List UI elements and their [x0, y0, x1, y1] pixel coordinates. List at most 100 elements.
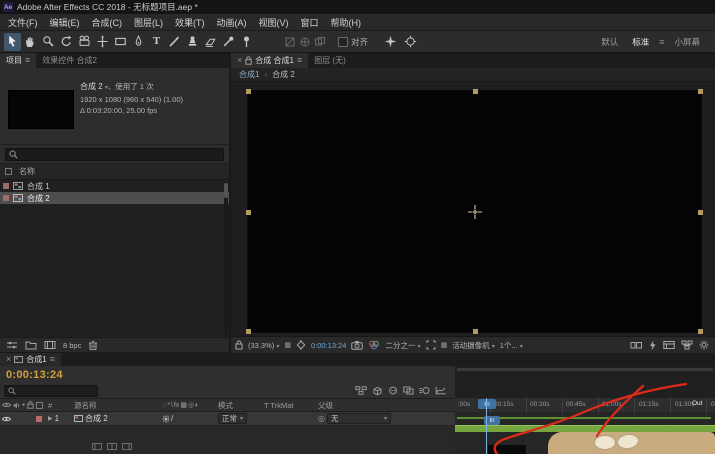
zoom-tool-button[interactable]: [40, 33, 57, 51]
workspace-small-screen[interactable]: 小屏幕: [668, 34, 706, 50]
view-layout-dropdown[interactable]: 1个... ▾: [500, 340, 523, 351]
snapshot-camera-icon[interactable]: [351, 340, 364, 350]
viewer-lock-icon[interactable]: [235, 340, 243, 350]
label-chip[interactable]: [36, 415, 42, 422]
time-navigator-bar[interactable]: [457, 368, 713, 371]
target-icon[interactable]: [404, 35, 417, 48]
number-column-header[interactable]: #: [46, 401, 72, 410]
scrollbar-thumb[interactable]: [224, 183, 228, 198]
menu-view[interactable]: 视图(V): [253, 14, 295, 30]
pan-behind-tool-button[interactable]: [94, 33, 111, 51]
tab-layer-viewer[interactable]: 图层 (无): [308, 53, 352, 68]
view-axis-icon[interactable]: [314, 36, 326, 48]
expand-in-out-icon[interactable]: [122, 443, 132, 450]
expand-transfer-controls-icon[interactable]: [107, 443, 117, 450]
label-chip[interactable]: [3, 195, 9, 201]
shy-layers-icon[interactable]: [388, 386, 398, 395]
time-navigator[interactable]: [455, 366, 715, 399]
parent-dropdown[interactable]: 无 ▾: [326, 413, 391, 424]
new-folder-icon[interactable]: [25, 340, 37, 350]
trash-icon[interactable]: [88, 340, 98, 350]
name-column-header[interactable]: 名称: [19, 166, 35, 177]
local-axis-icon[interactable]: [284, 36, 296, 48]
magnification-dropdown[interactable]: (33.3%) ▾: [248, 341, 279, 350]
comp-image-area[interactable]: [246, 89, 703, 334]
menu-layer[interactable]: 图层(L): [128, 14, 169, 30]
pickwhip-icon[interactable]: ◎: [318, 414, 325, 423]
workspace-menu-icon[interactable]: ≡: [657, 37, 666, 47]
breadcrumb-child-comp[interactable]: 合成 2: [272, 69, 295, 80]
trkmat-column-header[interactable]: T TrkMat: [262, 401, 316, 410]
breadcrumb-parent-comp[interactable]: 合成1: [239, 69, 259, 80]
video-eye-icon[interactable]: [2, 416, 11, 422]
menu-file[interactable]: 文件(F): [2, 14, 44, 30]
panel-menu-icon[interactable]: ≡: [50, 355, 55, 364]
roto-brush-tool-button[interactable]: [220, 33, 237, 51]
mode-column-header[interactable]: 模式: [216, 400, 262, 411]
selection-handle[interactable]: [246, 209, 251, 215]
collapse-transformations-icon[interactable]: [162, 415, 170, 423]
selection-handle[interactable]: [472, 89, 478, 94]
interpret-footage-icon[interactable]: [6, 340, 18, 350]
tab-composition[interactable]: × 合成 合成1 ≡: [231, 53, 309, 68]
workspace-standard[interactable]: 标准: [626, 34, 655, 50]
rotation-tool-button[interactable]: [58, 33, 75, 51]
comp-current-time[interactable]: 0:00:13:24: [311, 341, 346, 350]
source-name-column-header[interactable]: 源名称: [72, 400, 160, 411]
graph-editor-icon[interactable]: [435, 386, 446, 395]
selection-handle[interactable]: [698, 89, 703, 94]
layer-switches-cell[interactable]: /: [160, 414, 216, 423]
panel-menu-icon[interactable]: ≡: [25, 56, 30, 65]
exposure-icon[interactable]: [699, 340, 709, 350]
puppet-pin-tool-button[interactable]: [238, 33, 255, 51]
label-column-icon[interactable]: [5, 168, 12, 175]
frame-blending-icon[interactable]: [403, 386, 414, 395]
close-icon[interactable]: ×: [237, 56, 242, 65]
layer-duration-bar[interactable]: [455, 425, 715, 432]
mini-flowchart-icon[interactable]: [355, 386, 367, 395]
tab-project[interactable]: 项目 ≡: [0, 53, 37, 68]
project-item-comp2[interactable]: 合成 2: [0, 192, 229, 204]
selection-tool-button[interactable]: [4, 32, 21, 51]
selection-handle[interactable]: [246, 89, 251, 94]
pen-tool-button[interactable]: [130, 33, 147, 51]
label-chip[interactable]: [3, 183, 9, 189]
region-of-interest-icon[interactable]: [426, 340, 436, 350]
project-search-input[interactable]: [5, 147, 224, 161]
hand-tool-button[interactable]: [22, 33, 39, 51]
anchor-point-icon[interactable]: [467, 204, 483, 220]
new-composition-icon[interactable]: [44, 340, 56, 350]
transparency-grid-icon[interactable]: ▦: [441, 341, 448, 349]
current-time-display[interactable]: 0:00:13:24: [6, 369, 63, 381]
pixel-aspect-icon[interactable]: [630, 340, 642, 350]
menu-effect[interactable]: 效果(T): [169, 14, 211, 30]
current-time-indicator[interactable]: [486, 398, 487, 454]
close-icon[interactable]: ×: [6, 355, 11, 364]
rectangle-tool-button[interactable]: [112, 33, 129, 51]
clone-stamp-tool-button[interactable]: [184, 33, 201, 51]
bpc-label[interactable]: 8 bpc: [63, 341, 81, 350]
playhead-handle[interactable]: In: [478, 399, 496, 409]
comp-flowchart-icon[interactable]: [681, 340, 693, 350]
selection-handle[interactable]: [698, 329, 703, 334]
quality-switch[interactable]: /: [171, 414, 173, 423]
layer-number-cell[interactable]: ▶ 1: [46, 414, 72, 423]
tab-timeline-comp1[interactable]: × 合成1 ≡: [0, 353, 61, 366]
resolution-dropdown[interactable]: 二分之一 ▾: [385, 340, 420, 351]
brush-tool-button[interactable]: [166, 33, 183, 51]
layer-row-comp2[interactable]: ▶ 1 合成 2 / 正常 ▾ ◎ 无 ▾: [0, 412, 455, 426]
menu-edit[interactable]: 编辑(E): [44, 14, 86, 30]
layer-label-chip[interactable]: [34, 415, 46, 422]
tab-effect-controls[interactable]: 效果控件 合成2: [36, 53, 103, 68]
mask-visibility-icon[interactable]: [296, 340, 306, 350]
timeline-search-input[interactable]: [4, 384, 98, 397]
selection-handle[interactable]: [246, 329, 251, 334]
draft-3d-icon[interactable]: [372, 386, 383, 396]
blend-mode-dropdown[interactable]: 正常 ▾: [218, 413, 248, 424]
camera-tool-button[interactable]: [76, 33, 93, 51]
eraser-tool-button[interactable]: [202, 33, 219, 51]
fast-preview-icon[interactable]: [648, 340, 657, 351]
menu-window[interactable]: 窗口: [295, 14, 325, 30]
viewer-lock-icon[interactable]: [245, 56, 252, 65]
3d-view-dropdown[interactable]: 活动摄像机 ▾: [452, 340, 495, 351]
